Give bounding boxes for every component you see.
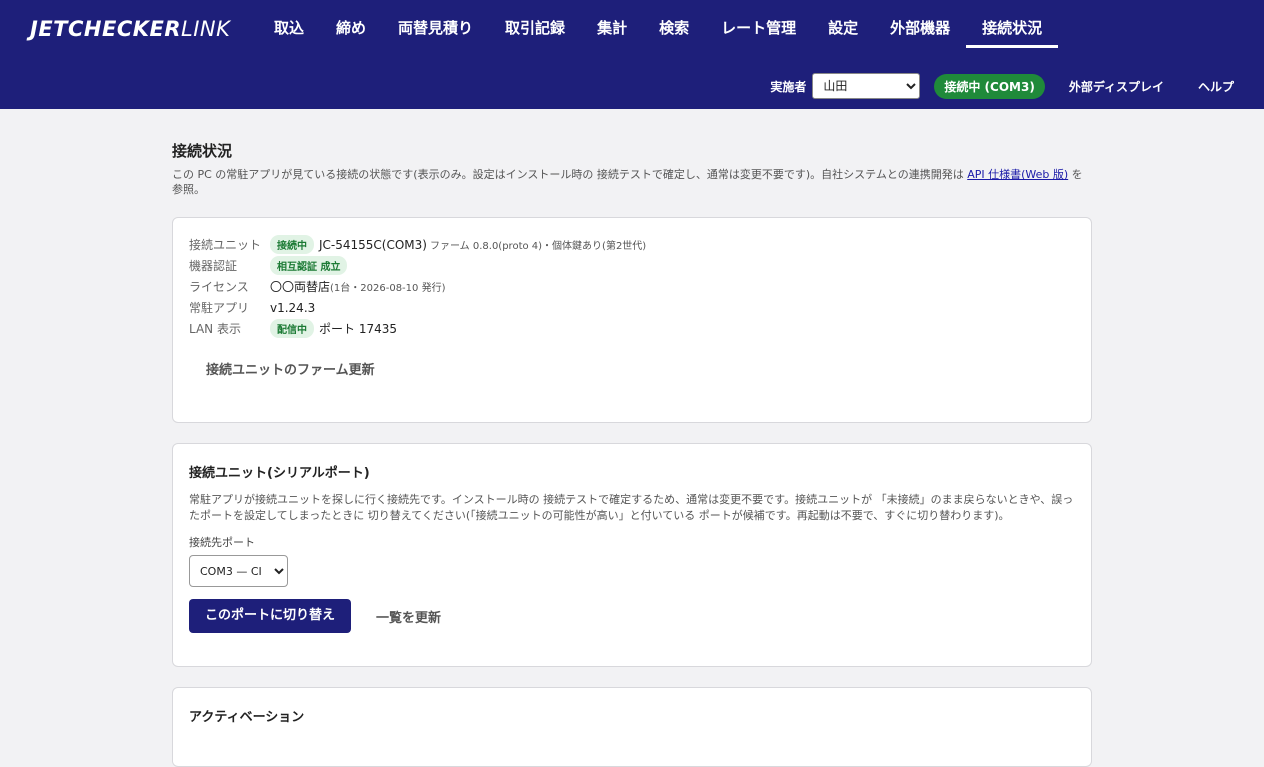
- nav-item-transactions[interactable]: 取引記録: [489, 0, 581, 48]
- activation-card-title: アクティベーション: [189, 710, 305, 725]
- nav-item-exchange-quote[interactable]: 両替見積り: [382, 0, 489, 48]
- status-card: 接続ユニット 接続中 JC-54155C(COM3) ファーム 0.8.0(pr…: [172, 217, 1092, 423]
- nav-item-external-devices[interactable]: 外部機器: [874, 0, 966, 48]
- serial-actions: このポートに切り替え 一覧を更新: [189, 599, 1075, 633]
- refresh-list-button[interactable]: 一覧を更新: [376, 607, 441, 626]
- main-nav: 取込 締め 両替見積り 取引記録 集計 検索 レート管理 設定 外部機器 接続状…: [258, 0, 1059, 48]
- nav-item-import[interactable]: 取込: [258, 0, 320, 48]
- port-select[interactable]: COM3 — CI: [189, 555, 288, 587]
- status-row-auth: 機器認証 相互認証 成立: [189, 255, 1075, 276]
- switch-port-button[interactable]: このポートに切り替え: [189, 599, 352, 633]
- serial-card-title: 接続ユニット(シリアルポート): [189, 466, 370, 481]
- status-row-resident-app: 常駐アプリ v1.24.3: [189, 300, 316, 316]
- nav-item-closing[interactable]: 締め: [320, 0, 382, 48]
- port-label: 接続先ポート: [189, 536, 255, 549]
- operator-select[interactable]: 山田: [812, 73, 921, 99]
- activation-card: アクティベーション: [172, 687, 1092, 767]
- main-content: 接続状況 この PC の常駐アプリが見ている接続の状態です(表示のみ。設定はイン…: [172, 109, 1092, 767]
- nav-item-rate-management[interactable]: レート管理: [705, 0, 812, 48]
- help-link[interactable]: ヘルプ: [1198, 78, 1234, 95]
- sub-bar: 実施者 山田 接続中 (COM3) 外部ディスプレイ ヘルプ: [770, 73, 1246, 99]
- nav-item-summary[interactable]: 集計: [581, 0, 643, 48]
- external-display-link[interactable]: 外部ディスプレイ: [1069, 78, 1164, 95]
- status-row-unit: 接続ユニット 接続中 JC-54155C(COM3) ファーム 0.8.0(pr…: [189, 234, 1075, 255]
- nav-item-connection-status[interactable]: 接続状況: [966, 0, 1059, 48]
- nav-item-search[interactable]: 検索: [643, 0, 705, 48]
- page-description: この PC の常駐アプリが見ている接続の状態です(表示のみ。設定はインストール時…: [172, 168, 1083, 196]
- app-logo[interactable]: JETCHECKERLINK: [30, 17, 230, 41]
- serial-port-card: 接続ユニット(シリアルポート) 常駐アプリが接続ユニットを探しに行く接続先です。…: [172, 443, 1092, 667]
- api-spec-link[interactable]: API 仕様書(Web 版): [967, 168, 1068, 181]
- connection-status-badge: 接続中 (COM3): [934, 73, 1045, 99]
- status-row-license: ライセンス 〇〇両替店 (1台・2026-08-10 発行): [189, 280, 446, 294]
- operator-label: 実施者: [770, 79, 807, 94]
- status-row-lan: LAN 表示 配信中 ポート 17435: [189, 318, 1075, 339]
- lan-badge: 配信中: [270, 319, 314, 338]
- top-bar: JETCHECKERLINK 取込 締め 両替見積り 取引記録 集計 検索 レー…: [0, 0, 1264, 109]
- status-badge: 接続中: [270, 235, 314, 254]
- auth-badge: 相互認証 成立: [270, 256, 348, 275]
- firmware-update-button[interactable]: 接続ユニットのファーム更新: [206, 359, 375, 378]
- serial-card-description: 常駐アプリが接続ユニットを探しに行く接続先です。インストール時の 接続テストで確…: [189, 493, 1074, 522]
- page-title: 接続状況: [172, 142, 233, 160]
- nav-item-settings[interactable]: 設定: [812, 0, 874, 48]
